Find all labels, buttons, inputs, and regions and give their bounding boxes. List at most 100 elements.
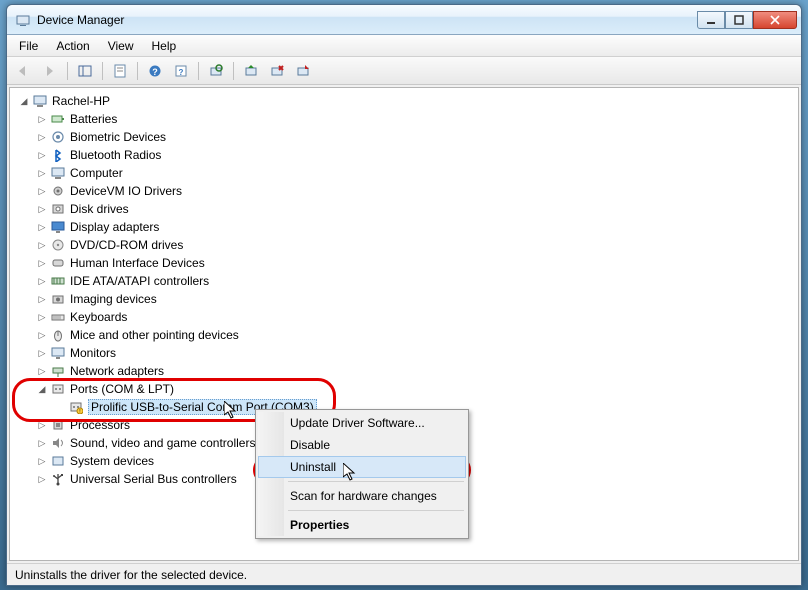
status-text: Uninstalls the driver for the selected d… xyxy=(15,568,247,582)
cm-update-driver[interactable]: Update Driver Software... xyxy=(258,412,466,434)
expand-icon[interactable]: ▷ xyxy=(36,257,48,269)
context-menu-separator xyxy=(288,481,464,482)
expand-icon[interactable]: ◢ xyxy=(36,383,48,395)
uninstall-button[interactable] xyxy=(266,60,288,82)
device-icon xyxy=(50,183,66,199)
tree-node-label: Monitors xyxy=(70,346,116,360)
device-icon xyxy=(50,111,66,127)
tree-node-label: Ports (COM & LPT) xyxy=(70,382,174,396)
tree-node[interactable]: ▷Network adapters xyxy=(36,362,794,380)
tree-node[interactable]: ▷ Display adapters xyxy=(36,218,794,236)
tree-node[interactable]: ▷Human Interface Devices xyxy=(36,254,794,272)
expand-icon[interactable]: ▷ xyxy=(36,347,48,359)
menubar: File Action View Help xyxy=(7,35,801,57)
tree-node[interactable]: ▷Bluetooth Radios xyxy=(36,146,794,164)
tree-node[interactable]: ▷ Biometric Devices xyxy=(36,128,794,146)
minimize-button[interactable] xyxy=(697,11,725,29)
menu-file[interactable]: File xyxy=(11,37,46,55)
expand-icon[interactable]: ▷ xyxy=(36,239,48,251)
scan-hardware-button[interactable] xyxy=(205,60,227,82)
app-icon xyxy=(15,12,31,28)
maximize-button[interactable] xyxy=(725,11,753,29)
tree-node-label: Mice and other pointing devices xyxy=(70,328,239,342)
cm-properties[interactable]: Properties xyxy=(258,514,466,536)
tree-node[interactable]: ▷ Monitors xyxy=(36,344,794,362)
expand-icon[interactable]: ▷ xyxy=(36,293,48,305)
tree-node[interactable]: ▷ IDE ATA/ATAPI controllers xyxy=(36,272,794,290)
device-icon xyxy=(50,453,66,469)
tree-node-label: IDE ATA/ATAPI controllers xyxy=(70,274,209,288)
expand-icon[interactable]: ▷ xyxy=(36,185,48,197)
expand-icon[interactable]: ▷ xyxy=(36,167,48,179)
menu-view[interactable]: View xyxy=(100,37,142,55)
help-topic-button[interactable]: ? xyxy=(170,60,192,82)
statusbar: Uninstalls the driver for the selected d… xyxy=(7,563,801,585)
device-icon xyxy=(50,147,66,163)
tree-node-label: Batteries xyxy=(70,112,117,126)
collapse-icon[interactable]: ◢ xyxy=(18,95,30,107)
help-button[interactable]: ? xyxy=(144,60,166,82)
svg-text:?: ? xyxy=(152,67,158,77)
expand-icon[interactable]: ▷ xyxy=(36,203,48,215)
device-icon xyxy=(50,435,66,451)
device-icon xyxy=(50,291,66,307)
expand-icon[interactable]: ▷ xyxy=(36,365,48,377)
toolbar-separator xyxy=(233,62,234,80)
tree-node-label: Display adapters xyxy=(70,220,159,234)
tree-node-label: Biometric Devices xyxy=(70,130,166,144)
tree-node-label: DeviceVM IO Drivers xyxy=(70,184,182,198)
toolbar-separator xyxy=(67,62,68,80)
expand-icon[interactable]: ▷ xyxy=(36,113,48,125)
toolbar-separator xyxy=(137,62,138,80)
device-icon xyxy=(50,219,66,235)
root-label: Rachel-HP xyxy=(52,94,110,108)
device-icon xyxy=(50,381,66,397)
tree-node[interactable]: ▷ Disk drives xyxy=(36,200,794,218)
device-icon xyxy=(50,309,66,325)
cm-uninstall[interactable]: Uninstall xyxy=(258,456,466,478)
show-hide-console-button[interactable] xyxy=(74,60,96,82)
menu-action[interactable]: Action xyxy=(48,37,97,55)
toolbar: ? ? xyxy=(7,57,801,85)
update-driver-button[interactable] xyxy=(240,60,262,82)
expand-icon[interactable]: ▷ xyxy=(36,473,48,485)
tree-node-label: Disk drives xyxy=(70,202,129,216)
cm-scan[interactable]: Scan for hardware changes xyxy=(258,485,466,507)
expand-icon xyxy=(54,401,66,413)
tree-node-label: Computer xyxy=(70,166,123,180)
tree-root[interactable]: ◢ Rachel-HP xyxy=(18,92,794,110)
tree-node[interactable]: ▷ DeviceVM IO Drivers xyxy=(36,182,794,200)
svg-text:?: ? xyxy=(179,68,184,77)
tree-node[interactable]: ▷ Keyboards xyxy=(36,308,794,326)
tree-node[interactable]: ▷Imaging devices xyxy=(36,290,794,308)
back-button[interactable] xyxy=(13,60,35,82)
computer-icon xyxy=(32,93,48,109)
toolbar-separator xyxy=(102,62,103,80)
disable-button[interactable] xyxy=(292,60,314,82)
expand-icon[interactable]: ▷ xyxy=(36,329,48,341)
expand-icon[interactable]: ▷ xyxy=(36,149,48,161)
close-button[interactable] xyxy=(753,11,797,29)
expand-icon[interactable]: ▷ xyxy=(36,275,48,287)
tree-node[interactable]: ▷DVD/CD-ROM drives xyxy=(36,236,794,254)
expand-icon[interactable]: ▷ xyxy=(36,455,48,467)
tree-node[interactable]: ▷ Mice and other pointing devices xyxy=(36,326,794,344)
tree-node[interactable]: ◢ Ports (COM & LPT) xyxy=(36,380,794,398)
device-icon xyxy=(50,327,66,343)
forward-button[interactable] xyxy=(39,60,61,82)
expand-icon[interactable]: ▷ xyxy=(36,419,48,431)
expand-icon[interactable]: ▷ xyxy=(36,311,48,323)
device-icon xyxy=(50,201,66,217)
properties-button[interactable] xyxy=(109,60,131,82)
expand-icon[interactable]: ▷ xyxy=(36,221,48,233)
menu-help[interactable]: Help xyxy=(144,37,185,55)
expand-icon[interactable]: ▷ xyxy=(36,437,48,449)
cm-disable[interactable]: Disable xyxy=(258,434,466,456)
device-icon xyxy=(50,345,66,361)
expand-icon[interactable]: ▷ xyxy=(36,131,48,143)
tree-node[interactable]: ▷ Computer xyxy=(36,164,794,182)
titlebar: Device Manager xyxy=(7,5,801,35)
context-menu-separator xyxy=(288,510,464,511)
tree-node[interactable]: ▷ Batteries xyxy=(36,110,794,128)
tree-node-label: Keyboards xyxy=(70,310,127,324)
